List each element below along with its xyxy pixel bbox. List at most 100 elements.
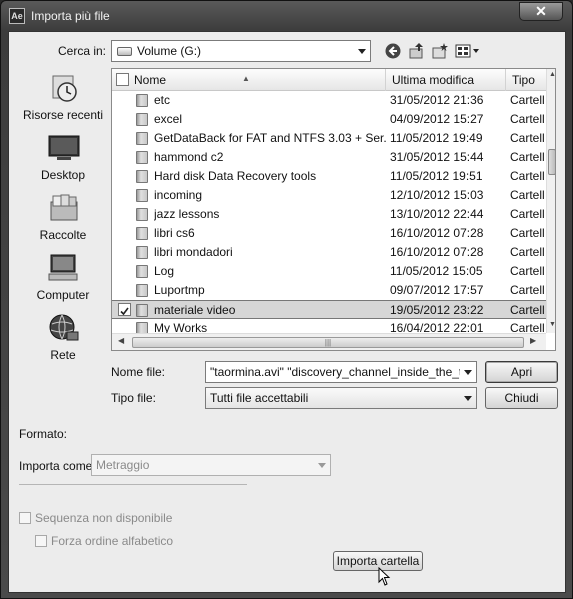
row-name: materiale video (154, 303, 236, 317)
row-type: Cartell (510, 264, 545, 278)
alphabetic-order-checkbox[interactable] (35, 535, 47, 547)
folder-icon (136, 94, 148, 107)
place-libraries[interactable]: Raccolte (17, 192, 109, 250)
folder-icon (136, 265, 148, 278)
row-date: 09/07/2012 17:57 (390, 283, 484, 297)
row-name: incoming (154, 188, 203, 202)
table-row[interactable]: etc 31/05/2012 21:36 Cartell (112, 91, 546, 110)
window-title: Importa più file (31, 9, 110, 23)
table-row[interactable]: My Works 16/04/2012 22:01 Cartell (112, 319, 546, 333)
row-date: 31/05/2012 15:44 (390, 150, 484, 164)
close-button[interactable]: Chiudi (485, 387, 558, 409)
recent-places-icon (47, 72, 81, 104)
folder-icon (136, 170, 148, 183)
place-network[interactable]: Rete (17, 312, 109, 370)
row-name: libri mondadori (154, 245, 233, 259)
vertical-scrollbar[interactable]: ▲ ▼ (546, 69, 555, 333)
folder-icon (136, 132, 148, 145)
file-rows: etc 31/05/2012 21:36 Cartell excel 04/09/201… (112, 91, 546, 333)
file-list[interactable]: ▲ Nome Ultima modifica Tipo etc 31/05/201… (111, 68, 556, 351)
back-icon[interactable] (383, 42, 403, 62)
place-label: Rete (50, 348, 76, 362)
vertical-scroll-thumb[interactable] (548, 149, 555, 175)
column-type-header[interactable]: Tipo (506, 69, 550, 91)
table-row[interactable]: incoming 12/10/2012 15:03 Cartell (112, 186, 546, 205)
row-checkbox[interactable] (118, 303, 131, 316)
table-row[interactable]: libri mondadori 16/10/2012 07:28 Cartell (112, 243, 546, 262)
close-window-button[interactable]: ✕ (519, 2, 563, 21)
scroll-up-icon[interactable]: ▲ (549, 71, 555, 78)
table-row[interactable]: Log 11/05/2012 15:05 Cartell (112, 262, 546, 281)
scroll-left-icon[interactable]: ◀ (118, 336, 124, 345)
row-date: 13/10/2012 22:44 (390, 207, 484, 221)
dialog-body: Cerca in: Volume (G:) Risorse recenti De… (8, 31, 566, 593)
table-row[interactable]: GetDataBack for FAT and NTFS 3.03 + Ser.… (112, 129, 546, 148)
desktop-icon (47, 132, 81, 164)
row-type: Cartell (510, 245, 545, 259)
chevron-down-icon (358, 49, 366, 54)
view-menu-icon[interactable] (455, 42, 481, 62)
lookin-dropdown[interactable]: Volume (G:) (111, 40, 371, 62)
title-bar[interactable]: Ae Importa più file ✕ (1, 1, 572, 31)
after-effects-app-icon: Ae (9, 8, 25, 24)
place-computer[interactable]: Computer (17, 252, 109, 310)
row-date: 16/10/2012 07:28 (390, 226, 484, 240)
row-type: Cartell (510, 93, 545, 107)
column-name-header[interactable]: ▲ Nome (112, 69, 386, 91)
folder-icon (136, 246, 148, 259)
table-row[interactable]: Hard disk Data Recovery tools 11/05/2012 … (112, 167, 546, 186)
folder-icon (136, 322, 148, 333)
network-icon (47, 312, 81, 344)
row-type: Cartell (510, 169, 545, 183)
open-button[interactable]: Apri (485, 361, 558, 383)
table-row[interactable]: libri cs6 16/10/2012 07:28 Cartell (112, 224, 546, 243)
row-type: Cartell (510, 131, 545, 145)
row-type: Cartell (510, 188, 545, 202)
place-label: Computer (36, 288, 90, 302)
table-row[interactable]: materiale video 19/05/2012 23:22 Cartell (112, 300, 546, 319)
horizontal-scroll-thumb[interactable]: ||| (132, 337, 524, 348)
row-name: libri cs6 (154, 226, 195, 240)
select-all-checkbox[interactable] (116, 73, 129, 86)
row-date: 31/05/2012 21:36 (390, 93, 484, 107)
row-name: etc (154, 93, 171, 107)
import-multiple-files-dialog: Ae Importa più file ✕ Cerca in: Volume (… (0, 0, 573, 599)
table-row[interactable]: hammond c2 31/05/2012 15:44 Cartell (112, 148, 546, 167)
scroll-right-icon[interactable]: ▶ (530, 336, 536, 345)
place-desktop[interactable]: Desktop (17, 132, 109, 190)
table-row[interactable]: excel 04/09/2012 15:27 Cartell (112, 110, 546, 129)
row-name: hammond c2 (154, 150, 224, 164)
folder-icon (136, 189, 148, 202)
row-type: Cartell (510, 150, 545, 164)
sequence-checkbox[interactable] (19, 512, 31, 524)
table-row[interactable]: jazz lessons 13/10/2012 22:44 Cartell (112, 205, 546, 224)
row-type: Cartell (510, 303, 545, 317)
new-folder-icon[interactable] (430, 42, 450, 62)
folder-icon (136, 208, 148, 221)
row-type: Cartell (510, 112, 545, 126)
filetype-dropdown[interactable]: Tutti file accettabili (205, 387, 477, 409)
row-type: Cartell (510, 226, 545, 240)
scroll-down-icon[interactable]: ▼ (549, 321, 555, 328)
filename-label: Nome file: (111, 365, 166, 379)
up-folder-icon[interactable] (407, 42, 427, 62)
folder-icon (136, 227, 148, 240)
chevron-down-icon (464, 370, 472, 375)
filename-input[interactable]: "taormina.avi" "discovery_channel_inside… (205, 361, 477, 383)
table-row[interactable]: Luportmp 09/07/2012 17:57 Cartell (112, 281, 546, 300)
row-name: My Works (154, 321, 208, 333)
column-modified-header[interactable]: Ultima modifica (386, 69, 506, 91)
horizontal-scrollbar[interactable]: ◀ ||| ▶ (112, 333, 546, 350)
row-date: 11/05/2012 19:51 (390, 169, 483, 183)
place-recent[interactable]: Risorse recenti (17, 72, 109, 130)
row-date: 19/05/2012 23:22 (390, 303, 484, 317)
row-type: Cartell (510, 207, 545, 221)
import-as-dropdown[interactable]: Metraggio (91, 454, 331, 476)
lookin-label: Cerca in: (58, 44, 107, 58)
row-type: Cartell (510, 321, 545, 333)
row-date: 12/10/2012 15:03 (390, 188, 484, 202)
row-date: 16/10/2012 07:28 (390, 245, 484, 259)
place-label: Risorse recenti (22, 108, 104, 122)
row-type: Cartell (510, 283, 545, 297)
place-label: Desktop (40, 168, 86, 182)
